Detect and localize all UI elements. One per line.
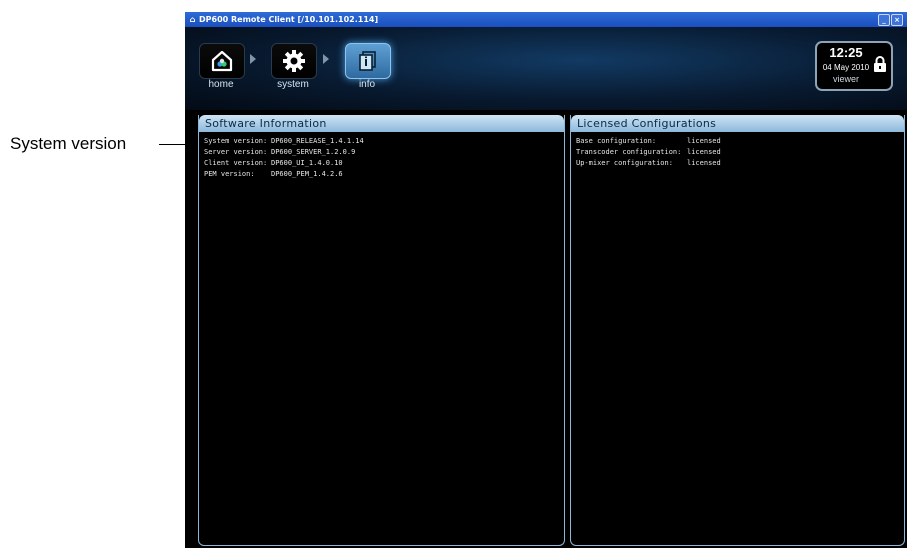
table-row: Client version: DP600_UI_1.4.0.10 xyxy=(204,158,564,169)
status-widget[interactable]: 12:25 04 May 2010 viewer xyxy=(815,41,893,91)
row-value: DP600_UI_1.4.0.10 xyxy=(271,159,343,167)
row-key: PEM version: xyxy=(204,170,255,178)
info-icon xyxy=(359,51,376,71)
app-window: ⌂ DP600 Remote Client [/10.101.102.114] _… xyxy=(185,12,907,548)
breadcrumb-arrow-icon xyxy=(323,54,329,64)
nav-info-button[interactable] xyxy=(345,43,391,79)
home-icon xyxy=(211,50,233,72)
licensed-configs-title: Licensed Configurations xyxy=(571,115,904,132)
row-value: DP600_RELEASE_1.4.1.14 xyxy=(271,137,364,145)
house-icon: ⌂ xyxy=(189,15,196,24)
licensed-configs-panel: Licensed Configurations Base configurati… xyxy=(570,115,905,546)
window-title: DP600 Remote Client [/10.101.102.114] xyxy=(199,15,379,24)
software-info-panel: Software Information System version: DP6… xyxy=(198,115,565,546)
clock-date: 04 May 2010 xyxy=(822,63,870,72)
gear-icon xyxy=(283,50,305,72)
row-key: Base configuration: xyxy=(576,137,657,145)
lock-icon xyxy=(874,56,886,72)
breadcrumb-arrow-icon xyxy=(250,54,256,64)
nav-home-button[interactable] xyxy=(199,43,245,79)
row-key: Up-mixer configuration: xyxy=(576,159,673,167)
window-titlebar[interactable]: ⌂ DP600 Remote Client [/10.101.102.114] _… xyxy=(185,12,907,27)
row-key: System version: xyxy=(204,137,268,145)
table-row: Up-mixer configuration: licensed xyxy=(576,158,904,169)
system-version-callout: System version xyxy=(10,134,127,153)
row-key: Client version: xyxy=(204,159,268,167)
row-value: licensed xyxy=(687,159,721,167)
row-key: Transcoder configuration: xyxy=(576,148,682,156)
clock-time: 12:25 xyxy=(829,45,863,60)
table-row: Server version: DP600_SERVER_1.2.0.9 xyxy=(204,147,564,158)
minimize-button[interactable]: _ xyxy=(878,14,890,26)
nav-system-label: system xyxy=(277,79,309,90)
nav-info-label: info xyxy=(358,79,376,90)
row-value: licensed xyxy=(687,137,721,145)
user-role: viewer xyxy=(832,74,859,84)
row-value: DP600_SERVER_1.2.0.9 xyxy=(271,148,356,156)
nav-home-label: home xyxy=(208,79,234,90)
header-bar: home system info 12:25 04 May 2010 viewe… xyxy=(185,27,907,110)
table-row: System version: DP600_RELEASE_1.4.1.14 xyxy=(204,136,564,147)
close-button[interactable]: × xyxy=(891,14,903,26)
row-value: licensed xyxy=(687,148,721,156)
software-info-title: Software Information xyxy=(199,115,564,132)
nav-system-button[interactable] xyxy=(271,43,317,79)
table-row: Transcoder configuration: licensed xyxy=(576,147,904,158)
row-value: DP600_PEM_1.4.2.6 xyxy=(271,170,343,178)
row-key: Server version: xyxy=(204,148,268,156)
table-row: PEM version: DP600_PEM_1.4.2.6 xyxy=(204,169,564,180)
table-row: Base configuration: licensed xyxy=(576,136,904,147)
